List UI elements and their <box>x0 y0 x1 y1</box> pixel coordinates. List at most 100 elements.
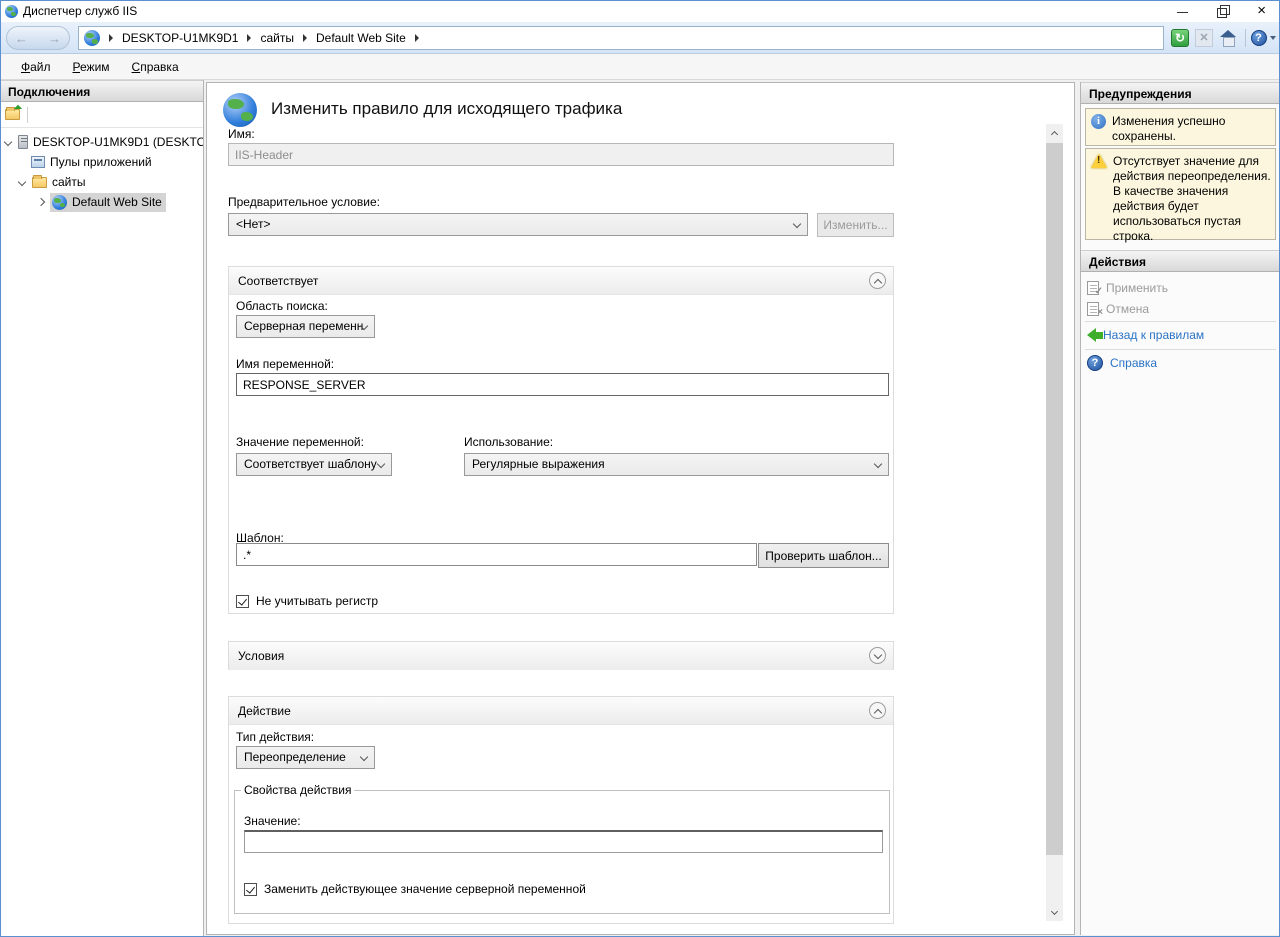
restore-button[interactable] <box>1217 5 1229 17</box>
scrollbar-thumb[interactable] <box>1046 143 1063 855</box>
match-section-title: Соответствует <box>238 274 318 288</box>
menu-view[interactable]: Режим <box>62 56 121 78</box>
actions-header: Действия <box>1081 250 1280 272</box>
collapse-icon[interactable] <box>869 272 886 289</box>
action-properties-legend: Свойства действия <box>241 783 354 797</box>
close-button[interactable]: × <box>1257 5 1266 17</box>
match-section-header[interactable]: Соответствует <box>229 267 893 295</box>
separator <box>1085 349 1276 350</box>
help-icon: ? <box>1251 30 1267 46</box>
replace-label: Заменить действующее значение серверной … <box>264 882 586 896</box>
chevron-right-icon[interactable] <box>37 198 45 206</box>
minimize-button[interactable] <box>1177 5 1189 17</box>
title-bar: Диспетчер служб IIS × <box>0 0 1280 22</box>
usage-value: Регулярные выражения <box>472 457 605 471</box>
menu-help[interactable]: Справка <box>121 56 190 78</box>
forward-nav-icon[interactable]: → <box>48 32 61 45</box>
server-icon <box>18 135 28 149</box>
pattern-input[interactable] <box>236 543 757 566</box>
breadcrumb-sites[interactable]: сайты <box>260 31 294 45</box>
scope-select[interactable]: Серверная переменн <box>236 315 375 338</box>
collapse-icon[interactable] <box>869 702 886 719</box>
precondition-select[interactable]: <Нет> <box>228 213 808 236</box>
back-nav-icon[interactable]: ← <box>15 32 28 45</box>
app-pools-icon <box>31 156 45 168</box>
scope-label: Область поиска: <box>236 299 328 313</box>
name-input[interactable] <box>228 143 894 166</box>
action-type-label: Тип действия: <box>236 730 314 744</box>
toolbar-separator <box>1245 29 1246 47</box>
cancel-icon: × <box>1087 302 1099 316</box>
apply-action[interactable]: ✓ Применить <box>1087 278 1168 298</box>
replace-checkbox[interactable] <box>244 883 257 896</box>
variable-name-input[interactable] <box>236 373 889 396</box>
conditions-section: Условия <box>228 641 894 670</box>
tree-item-label: Default Web Site <box>72 195 162 209</box>
chevron-down-icon <box>874 460 882 468</box>
variable-value-select[interactable]: Соответствует шаблону <box>236 453 392 476</box>
scroll-down-icon[interactable] <box>1046 904 1063 921</box>
breadcrumb-server[interactable]: DESKTOP-U1MK9D1 <box>122 31 238 45</box>
tree-item-sites[interactable]: сайты <box>0 172 203 192</box>
right-panel: Предупреждения i Изменения успешно сохра… <box>1080 82 1280 935</box>
conditions-section-header[interactable]: Условия <box>229 642 893 670</box>
app-icon <box>5 5 18 18</box>
connections-header: Подключения <box>0 80 203 102</box>
save-connection-icon[interactable] <box>5 109 20 120</box>
edit-precondition-button[interactable]: Изменить... <box>817 213 894 237</box>
sites-folder-icon <box>32 177 47 188</box>
ignore-case-label: Не учитывать регистр <box>256 594 378 608</box>
connections-panel: Подключения DESKTOP-U1MK9D1 (DESKTOP Пул… <box>0 80 204 936</box>
separator <box>1085 321 1276 322</box>
warnings-header: Предупреждения <box>1081 82 1280 104</box>
cancel-action[interactable]: × Отмена <box>1087 299 1149 319</box>
value-input[interactable] <box>244 830 883 853</box>
site-globe-icon <box>52 195 67 210</box>
expand-icon[interactable] <box>869 647 886 664</box>
chevron-down-icon <box>377 460 385 468</box>
usage-select[interactable]: Регулярные выражения <box>464 453 889 476</box>
ignore-case-checkbox-row[interactable]: Не учитывать регистр <box>236 594 378 608</box>
chevron-down-icon <box>793 220 801 228</box>
cancel-label: Отмена <box>1106 302 1149 316</box>
refresh-icon[interactable]: ↻ <box>1171 29 1189 47</box>
chevron-down-icon[interactable] <box>4 138 12 146</box>
tree-item-default-web-site[interactable]: Default Web Site <box>0 192 203 212</box>
usage-label: Использование: <box>464 435 553 449</box>
tree-item-label: DESKTOP-U1MK9D1 (DESKTOP <box>33 135 203 149</box>
replace-checkbox-row[interactable]: Заменить действующее значение серверной … <box>244 882 586 896</box>
chevron-down-icon[interactable] <box>18 178 26 186</box>
page-globe-icon <box>223 93 257 127</box>
breadcrumb-arrow-icon <box>109 34 113 42</box>
tree-item-server[interactable]: DESKTOP-U1MK9D1 (DESKTOP <box>0 132 203 152</box>
variable-name-label: Имя переменной: <box>236 357 334 371</box>
address-bar: ← → DESKTOP-U1MK9D1 сайты Default Web Si… <box>0 22 1280 54</box>
breadcrumb-arrow-icon <box>415 34 419 42</box>
action-type-select[interactable]: Переопределение <box>236 746 375 769</box>
value-label: Значение: <box>244 814 301 828</box>
help-label: Справка <box>1110 356 1157 370</box>
apply-icon: ✓ <box>1087 281 1099 295</box>
content-scrollbar[interactable] <box>1046 124 1063 921</box>
test-pattern-button[interactable]: Проверить шаблон... <box>758 543 889 568</box>
stop-icon[interactable]: ✕ <box>1195 29 1213 47</box>
breadcrumb-site[interactable]: Default Web Site <box>316 31 406 45</box>
breadcrumb-arrow-icon <box>303 34 307 42</box>
nav-buttons: ← → <box>6 26 70 50</box>
action-type-value: Переопределение <box>244 750 346 764</box>
back-to-rules-link[interactable]: Назад к правилам <box>1087 325 1204 345</box>
breadcrumb: DESKTOP-U1MK9D1 сайты Default Web Site <box>78 26 1164 50</box>
info-icon: i <box>1091 114 1106 129</box>
help-link[interactable]: ? Справка <box>1087 353 1157 373</box>
scroll-up-icon[interactable] <box>1046 124 1063 141</box>
menu-file[interactable]: Файл <box>10 56 62 78</box>
help-button[interactable]: ? <box>1254 29 1272 47</box>
warning-alert-text: Отсутствует значение для действия переоп… <box>1113 154 1271 234</box>
back-arrow-icon <box>1087 328 1096 342</box>
variable-value-label: Значение переменной: <box>236 435 364 449</box>
action-section-header[interactable]: Действие <box>229 697 893 725</box>
home-icon[interactable] <box>1219 30 1237 46</box>
ignore-case-checkbox[interactable] <box>236 595 249 608</box>
info-alert-text: Изменения успешно сохранены. <box>1112 114 1271 140</box>
tree-item-app-pools[interactable]: Пулы приложений <box>0 152 203 172</box>
